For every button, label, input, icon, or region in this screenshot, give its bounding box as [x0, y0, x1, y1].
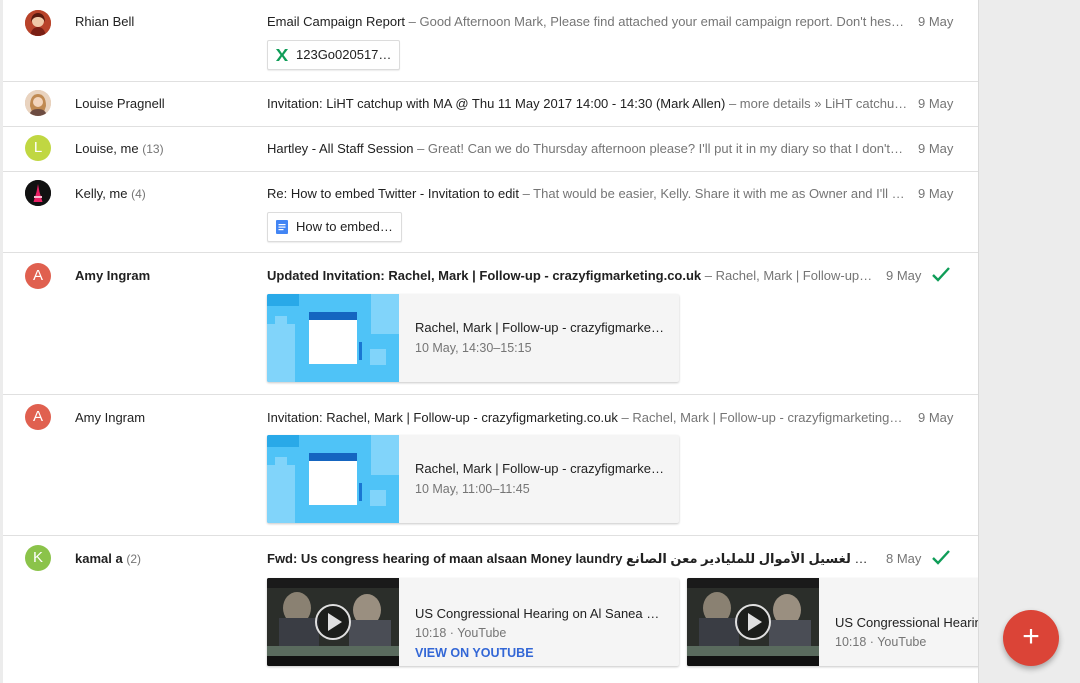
sender-name: Louise, me (13): [75, 141, 164, 156]
video-meta: 10:18 · YouTube: [835, 635, 927, 649]
message-count: (2): [126, 552, 141, 566]
attachment-chip[interactable]: 123Go020517…: [267, 40, 401, 70]
avatar: A: [25, 404, 51, 430]
video-thumbnail: [687, 578, 819, 666]
snippet: – Rachel, Mark | Follow-up…: [704, 268, 873, 283]
thread-summary: Updated Invitation: Rachel, Mark | Follo…: [267, 268, 879, 283]
thread-row[interactable]: Kelly, me (4) Re: How to embed Twitter -…: [3, 172, 978, 253]
youtube-video-card[interactable]: US Congressional Hearing on Al Sanea a… …: [267, 578, 679, 666]
calendar-thumbnail-icon: [267, 294, 399, 382]
date: 9 May: [886, 268, 922, 283]
subject: Invitation: Rachel, Mark | Follow-up - c…: [267, 410, 618, 425]
snippet: – Great! Can we do Thursday afternoon pl…: [417, 141, 904, 156]
sender-name: Rhian Bell: [75, 14, 135, 29]
compose-button[interactable]: +: [1003, 610, 1059, 666]
thread-summary: Fwd: Us congress hearing of maan alsaan …: [267, 551, 879, 567]
calendar-thumbnail-icon: [267, 435, 399, 523]
thread-row[interactable]: Rhian Bell Email Campaign Report – Good …: [3, 0, 978, 82]
date: 9 May: [918, 186, 954, 201]
sheets-icon: [276, 49, 288, 61]
date: 9 May: [918, 410, 954, 425]
snippet: – Good Afternoon Mark, Please find attac…: [408, 14, 904, 29]
video-thumbnail: [267, 578, 399, 666]
thread-summary: Re: How to embed Twitter - Invitation to…: [267, 186, 911, 201]
thread-summary: Hartley - All Staff Session – Great! Can…: [267, 141, 911, 156]
subject: Invitation: LiHT catchup with MA @ Thu 1…: [267, 96, 726, 111]
avatar-letter: L: [33, 139, 43, 156]
date: 8 May: [886, 551, 922, 566]
avatar-letter: A: [32, 408, 43, 425]
date: 9 May: [918, 141, 954, 156]
attachment-label: How to embed…: [296, 219, 393, 234]
video-title: US Congressional Hearing on Al Sanea a…: [415, 606, 665, 621]
message-count: (13): [142, 142, 164, 156]
avatar: [25, 180, 51, 206]
thread-summary: Invitation: Rachel, Mark | Follow-up - c…: [267, 410, 911, 425]
sender-name: Kelly, me (4): [75, 186, 146, 201]
video-title: US Congressional Hearing on Al Sanea a…: [835, 615, 978, 630]
thread-summary: Invitation: LiHT catchup with MA @ Thu 1…: [267, 96, 911, 111]
snippet: – more details » LiHT catchu…: [728, 96, 908, 111]
avatar: A: [25, 263, 51, 289]
view-on-youtube-link[interactable]: VIEW ON YOUTUBE: [415, 646, 534, 660]
subject: Email Campaign Report: [267, 14, 406, 29]
date: 9 May: [918, 96, 954, 111]
thread-row[interactable]: K kamal a (2) Fwd: Us congress hearing o…: [3, 536, 978, 683]
youtube-video-card[interactable]: US Congressional Hearing on Al Sanea a… …: [687, 578, 978, 666]
event-title: Rachel, Mark | Follow-up - crazyfigmarke…: [415, 461, 664, 476]
snippet: – Rachel, Mark | Follow-up - crazyfigmar…: [621, 410, 903, 425]
sender-name: Louise Pragnell: [75, 96, 165, 111]
avatar: [25, 90, 51, 116]
calendar-event-card[interactable]: Rachel, Mark | Follow-up - crazyfigmarke…: [267, 294, 679, 382]
event-title: Rachel, Mark | Follow-up - crazyfigmarke…: [415, 320, 664, 335]
date: 9 May: [918, 14, 954, 29]
sender-name: Amy Ingram: [75, 268, 151, 283]
attachment-chip[interactable]: How to embed…: [267, 212, 402, 242]
sender-name: kamal a (2): [75, 551, 141, 566]
subject: Fwd: Us congress hearing of maan alsaan …: [267, 551, 879, 566]
attachment-label: 123Go020517…: [296, 47, 392, 62]
subject: Re: How to embed Twitter - Invitation to…: [267, 186, 519, 201]
checkmark-icon: [932, 550, 950, 565]
avatar-letter: A: [32, 267, 43, 284]
calendar-event-card[interactable]: Rachel, Mark | Follow-up - crazyfigmarke…: [267, 435, 679, 523]
avatar: [25, 10, 51, 36]
thread-row[interactable]: Louise Pragnell Invitation: LiHT catchup…: [3, 82, 978, 127]
thread-summary: Email Campaign Report – Good Afternoon M…: [267, 14, 911, 29]
inbox-list: Rhian Bell Email Campaign Report – Good …: [3, 0, 979, 683]
sender-name: Amy Ingram: [75, 410, 146, 425]
subject: Updated Invitation: Rachel, Mark | Follo…: [267, 268, 702, 283]
snippet: – That would be easier, Kelly. Share it …: [522, 186, 905, 201]
event-time: 10 May, 11:00–11:45: [415, 482, 530, 496]
docs-icon: [276, 220, 288, 234]
avatar: K: [25, 545, 51, 571]
checkmark-icon: [932, 267, 950, 282]
avatar-letter: K: [32, 549, 43, 566]
plus-icon: +: [1022, 620, 1040, 653]
thread-row[interactable]: L Louise, me (13) Hartley - All Staff Se…: [3, 127, 978, 172]
avatar: L: [25, 135, 51, 161]
event-time: 10 May, 14:30–15:15: [415, 341, 532, 355]
subject: Hartley - All Staff Session: [267, 141, 414, 156]
message-count: (4): [131, 187, 146, 201]
thread-row[interactable]: A Amy Ingram Invitation: Rachel, Mark | …: [3, 395, 978, 536]
thread-row[interactable]: A Amy Ingram Updated Invitation: Rachel,…: [3, 253, 978, 395]
video-meta: 10:18 · YouTube: [415, 626, 507, 640]
